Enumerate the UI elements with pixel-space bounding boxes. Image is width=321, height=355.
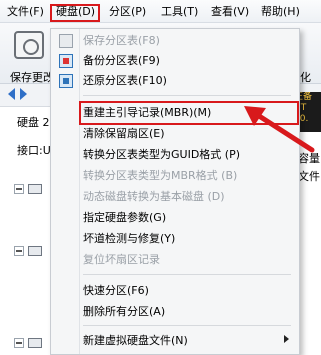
menu-separator <box>83 95 291 96</box>
backup-partition-table-icon <box>59 54 73 68</box>
menu-partition[interactable]: 分区(P) <box>108 4 147 19</box>
menu-separator <box>83 274 291 275</box>
menu-item-new-virtual-disk[interactable]: 新建虚拟硬盘文件(N) <box>83 331 188 351</box>
menu-item-convert-to-mbr: 转换分区表类型为MBR格式 (B) <box>83 169 238 182</box>
red-pointer-arrow-icon <box>244 106 315 153</box>
disk-icon[interactable] <box>28 246 42 256</box>
disk-tree <box>0 176 50 355</box>
tree-expander[interactable] <box>14 246 24 256</box>
disk-icon[interactable] <box>28 338 42 348</box>
menu-item-clear-reserved-sectors[interactable]: 清除保留扇区(E) <box>83 124 165 144</box>
menu-item-convert-to-guid[interactable]: 转换分区表类型为GUID格式 (P) <box>83 145 240 165</box>
menu-gutter <box>79 29 80 354</box>
interface-label: 接口:U <box>17 144 51 157</box>
disk-icon[interactable] <box>28 184 42 194</box>
menu-separator <box>83 325 291 326</box>
disk-label: 硬盘 2 <box>17 116 50 129</box>
restore-partition-table-icon <box>59 74 73 88</box>
menu-bar: 文件(F) 硬盘(D) 分区(P) 工具(T) 查看(V) 帮助(H) <box>0 0 321 23</box>
disk-menu-highlight <box>50 4 100 22</box>
save-changes-label[interactable]: 保存更改 <box>10 69 54 85</box>
menu-view[interactable]: 查看(V) <box>210 4 250 19</box>
save-changes-icon[interactable] <box>14 31 44 59</box>
back-arrow-icon[interactable] <box>8 88 15 100</box>
menu-file[interactable]: 文件(F) <box>6 4 45 19</box>
submenu-arrow-icon <box>284 335 289 343</box>
menu-help[interactable]: 帮助(H) <box>260 4 301 19</box>
menu-tools[interactable]: 工具(T) <box>160 4 199 19</box>
menu-item-save-partition-table: 保存分区表(F8) <box>83 34 160 47</box>
menu-item-dynamic-to-basic: 动态磁盘转换为基本磁盘 (D) <box>83 190 225 203</box>
menu-item-bad-sector-check[interactable]: 坏道检测与修复(Y) <box>83 229 175 249</box>
menu-item-backup-partition-table[interactable]: 备份分区表(F9) <box>83 51 160 71</box>
files-label: 文件 <box>298 170 320 183</box>
menu-item-specify-disk-params[interactable]: 指定硬盘参数(G) <box>83 208 166 228</box>
tree-expander[interactable] <box>14 184 24 194</box>
forward-arrow-icon[interactable] <box>20 88 27 100</box>
menu-item-reset-bad-sector-record: 复位坏扇区记录 <box>83 253 160 266</box>
toolbar-right-label[interactable]: 化 <box>300 69 311 85</box>
tree-expander[interactable] <box>14 338 24 348</box>
menu-item-restore-partition-table[interactable]: 还原分区表(F10) <box>83 71 167 91</box>
disk-dropdown-menu: 保存分区表(F8) 备份分区表(F9) 还原分区表(F10) 重建主引导记录(M… <box>50 28 300 355</box>
save-partition-table-icon <box>59 34 73 48</box>
menu-item-quick-partition[interactable]: 快速分区(F6) <box>83 281 149 301</box>
menu-item-delete-all-partitions[interactable]: 删除所有分区(A) <box>83 302 165 322</box>
